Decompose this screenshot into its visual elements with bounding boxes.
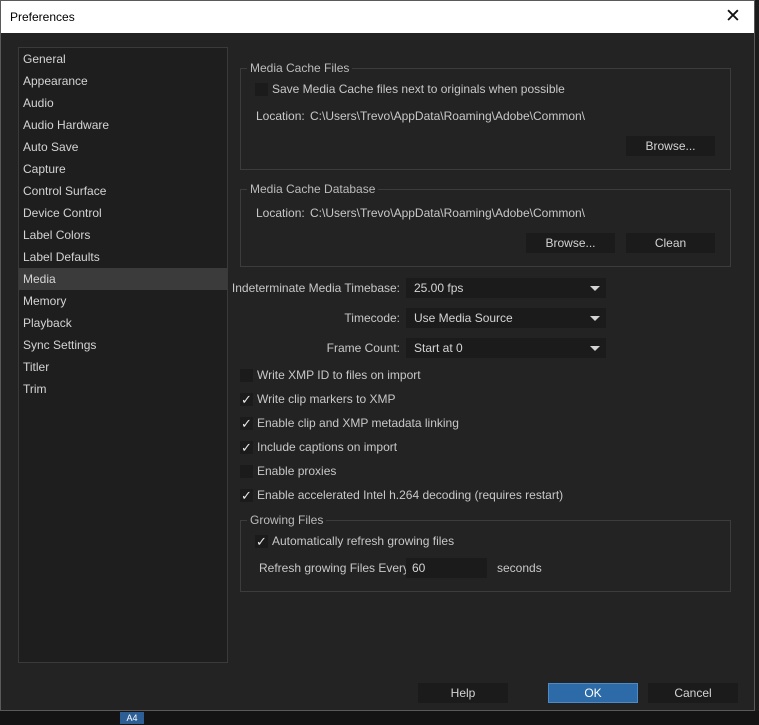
option-label: Write XMP ID to files on import: [257, 368, 421, 382]
auto-refresh-growing-files-checkbox[interactable]: ✓: [255, 535, 268, 548]
preferences-dialog: Preferences ✕ General Appearance Audio Audi…: [0, 0, 755, 711]
timebase-value: 25.00 fps: [414, 281, 464, 295]
option-checkbox[interactable]: ✓: [240, 393, 253, 406]
option-label: Include captions on import: [257, 440, 398, 454]
option-label: Enable proxies: [257, 464, 337, 478]
chevron-down-icon: [590, 346, 600, 351]
cancel-button[interactable]: Cancel: [648, 683, 738, 703]
timebase-label: Indeterminate Media Timebase:: [231, 281, 400, 295]
cache-db-location-value: C:\Users\Trevo\AppData\Roaming\Adobe\Com…: [310, 206, 586, 220]
sidebar-item-capture[interactable]: Capture: [19, 158, 227, 180]
option-checkbox[interactable]: ✓: [240, 441, 253, 454]
checkmark-icon: ✓: [241, 440, 252, 455]
help-button[interactable]: Help: [418, 683, 508, 703]
sidebar-item-general[interactable]: General: [19, 48, 227, 70]
preferences-category-list: General Appearance Audio Audio Hardware Auto…: [18, 47, 228, 663]
media-cache-database-title: Media Cache Database: [247, 182, 379, 196]
timecode-dropdown[interactable]: Use Media Source: [406, 308, 606, 328]
frame-count-dropdown[interactable]: Start at 0: [406, 338, 606, 358]
sidebar-item-label-defaults[interactable]: Label Defaults: [19, 246, 227, 268]
sidebar-item-trim[interactable]: Trim: [19, 378, 227, 400]
background-taskbar: A4: [0, 711, 759, 725]
option-label: Enable accelerated Intel h.264 decoding …: [257, 488, 564, 502]
save-next-to-originals-checkbox[interactable]: [255, 83, 268, 96]
cache-files-location-value: C:\Users\Trevo\AppData\Roaming\Adobe\Com…: [310, 109, 586, 123]
growing-files-group: Growing Files: [240, 513, 731, 592]
sidebar-item-audio-hardware[interactable]: Audio Hardware: [19, 114, 227, 136]
cache-files-location-label: Location:: [256, 109, 305, 123]
cache-db-location-label: Location:: [256, 206, 305, 220]
checkmark-icon: ✓: [256, 534, 267, 549]
sidebar-item-auto-save[interactable]: Auto Save: [19, 136, 227, 158]
sidebar-item-device-control[interactable]: Device Control: [19, 202, 227, 224]
media-cache-database-group: Media Cache Database: [240, 182, 731, 267]
checkmark-icon: ✓: [241, 416, 252, 431]
timecode-value: Use Media Source: [414, 311, 513, 325]
refresh-interval-label: Refresh growing Files Every: [259, 561, 410, 575]
title-bar: Preferences ✕: [1, 1, 754, 33]
chevron-down-icon: [590, 316, 600, 321]
chevron-down-icon: [590, 286, 600, 291]
close-icon[interactable]: ✕: [720, 4, 746, 30]
growing-files-title: Growing Files: [247, 513, 327, 527]
sidebar-item-control-surface[interactable]: Control Surface: [19, 180, 227, 202]
checkmark-icon: ✓: [241, 488, 252, 503]
sidebar-item-playback[interactable]: Playback: [19, 312, 227, 334]
sidebar-item-appearance[interactable]: Appearance: [19, 70, 227, 92]
sidebar-item-titler[interactable]: Titler: [19, 356, 227, 378]
taskbar-badge: A4: [120, 712, 144, 724]
timebase-dropdown[interactable]: 25.00 fps: [406, 278, 606, 298]
sidebar-item-audio[interactable]: Audio: [19, 92, 227, 114]
auto-refresh-growing-files-label: Automatically refresh growing files: [272, 534, 455, 548]
sidebar-item-label-colors[interactable]: Label Colors: [19, 224, 227, 246]
cache-db-clean-button[interactable]: Clean: [626, 233, 715, 253]
frame-count-value: Start at 0: [414, 341, 463, 355]
sidebar-item-sync-settings[interactable]: Sync Settings: [19, 334, 227, 356]
save-next-to-originals-label: Save Media Cache files next to originals…: [272, 82, 565, 96]
option-checkbox[interactable]: ✓: [240, 417, 253, 430]
media-cache-files-title: Media Cache Files: [247, 61, 353, 75]
cache-files-browse-button[interactable]: Browse...: [626, 136, 715, 156]
option-checkbox[interactable]: ✓: [240, 489, 253, 502]
refresh-interval-unit: seconds: [497, 561, 542, 575]
frame-count-label: Frame Count:: [326, 341, 400, 355]
timecode-label: Timecode:: [344, 311, 400, 325]
sidebar-item-memory[interactable]: Memory: [19, 290, 227, 312]
option-label: Write clip markers to XMP: [257, 392, 396, 406]
option-checkbox[interactable]: [240, 369, 253, 382]
checkmark-icon: ✓: [241, 392, 252, 407]
sidebar-item-media[interactable]: Media: [19, 268, 227, 290]
window-title: Preferences: [10, 10, 75, 24]
cache-db-browse-button[interactable]: Browse...: [526, 233, 615, 253]
option-checkbox[interactable]: [240, 465, 253, 478]
ok-button[interactable]: OK: [548, 683, 638, 703]
option-label: Enable clip and XMP metadata linking: [257, 416, 459, 430]
refresh-interval-input[interactable]: 60: [406, 558, 487, 578]
